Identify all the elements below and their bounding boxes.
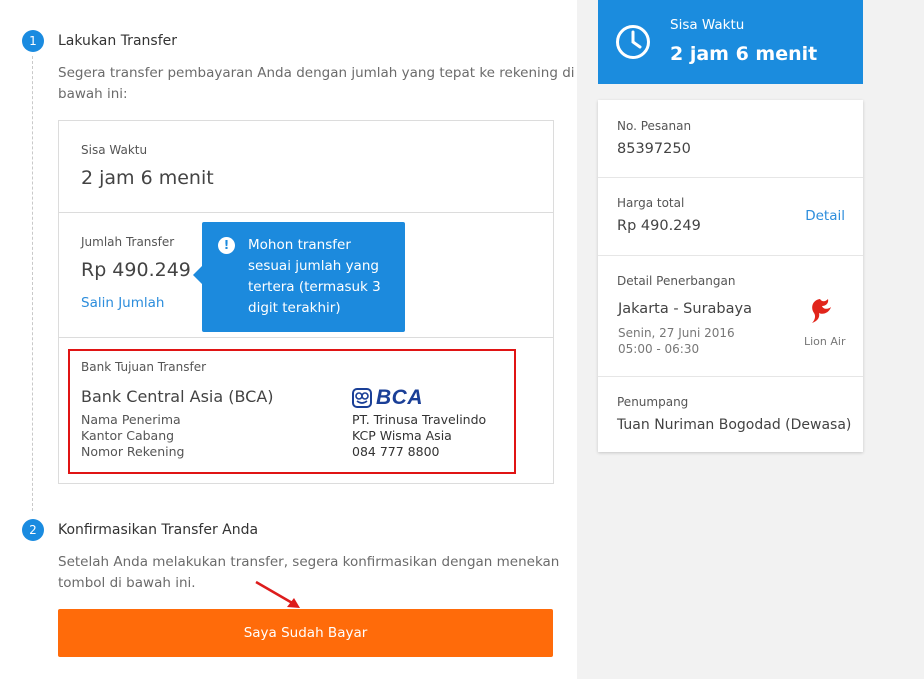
divider <box>59 212 553 213</box>
tooltip-line: sesuai jumlah yang <box>248 258 379 274</box>
step-2-title: Konfirmasikan Transfer Anda <box>58 522 259 538</box>
recipient-label: Nama Penerima <box>81 412 181 427</box>
tooltip-line: tertera (termasuk 3 <box>248 279 381 295</box>
order-number-label: No. Pesanan <box>617 119 692 133</box>
divider <box>59 337 553 338</box>
branch-label: Kantor Cabang <box>81 428 175 443</box>
divider <box>598 376 863 377</box>
step-1-description-line: bawah ini: <box>58 86 128 102</box>
step-connector-line <box>32 56 33 511</box>
total-price-value: Rp 490.249 <box>617 218 701 234</box>
recipient-value: PT. Trinusa Travelindo <box>352 412 487 427</box>
transfer-amount-label: Jumlah Transfer <box>81 235 175 249</box>
order-summary-card: No. Pesanan 85397250 Harga total Rp 490.… <box>598 100 863 452</box>
passenger-label: Penumpang <box>617 395 689 409</box>
account-number-value: 084 777 8800 <box>352 444 440 459</box>
divider <box>598 177 863 178</box>
step-2-description-line: tombol di bawah ini. <box>58 575 196 591</box>
payment-instructions-panel: 1 Lakukan Transfer Segera transfer pemba… <box>0 0 577 679</box>
flight-date: Senin, 27 Juni 2016 <box>618 326 735 340</box>
transfer-amount-tooltip: ! Mohon transfer sesuai jumlah yang tert… <box>193 222 405 332</box>
clock-icon <box>616 25 650 59</box>
tooltip-text: Mohon transfer sesuai jumlah yang terter… <box>248 235 398 319</box>
info-icon: ! <box>218 237 235 254</box>
bank-name: Bank Central Asia (BCA) <box>81 387 274 406</box>
flight-time: 05:00 - 06:30 <box>618 342 700 356</box>
tooltip-line: Mohon transfer <box>248 237 351 253</box>
tooltip-arrow <box>193 266 202 284</box>
step-2-description: Setelah Anda melakukan transfer, segera … <box>58 552 559 594</box>
step-1-description-line: Segera transfer pembayaran Anda dengan j… <box>58 65 575 81</box>
transfer-amount-value: Rp 490.249 <box>81 259 191 281</box>
step-2-badge: 2 <box>22 519 44 541</box>
step-1-badge: 1 <box>22 30 44 52</box>
step-1-title: Lakukan Transfer <box>58 33 177 49</box>
already-paid-button[interactable]: Saya Sudah Bayar <box>58 609 553 657</box>
account-number-label: Nomor Rekening <box>81 444 185 459</box>
divider <box>598 255 863 256</box>
bca-logo: BCA <box>352 386 423 409</box>
copy-amount-link[interactable]: Salin Jumlah <box>81 295 164 311</box>
airline-name: Lion Air <box>804 335 846 348</box>
flight-detail-label: Detail Penerbangan <box>617 274 736 288</box>
bca-emblem-icon <box>352 388 372 408</box>
passenger-name: Tuan Nuriman Bogodad (Dewasa) <box>617 417 852 433</box>
price-detail-link[interactable]: Detail <box>805 208 845 224</box>
lion-air-logo-icon <box>812 299 831 323</box>
timer-label: Sisa Waktu <box>670 17 745 33</box>
remaining-time-value: 2 jam 6 menit <box>81 167 214 189</box>
remaining-time-label: Sisa Waktu <box>81 143 148 157</box>
total-price-label: Harga total <box>617 196 685 210</box>
flight-route: Jakarta - Surabaya <box>618 301 752 317</box>
step-2-description-line: Setelah Anda melakukan transfer, segera … <box>58 554 560 570</box>
tooltip-line: digit terakhir) <box>248 300 341 316</box>
order-number-value: 85397250 <box>617 141 691 157</box>
red-arrow-annotation <box>255 580 300 608</box>
bca-logo-text: BCA <box>376 386 423 409</box>
bank-section-label: Bank Tujuan Transfer <box>81 360 207 374</box>
branch-value: KCP Wisma Asia <box>352 428 452 443</box>
timer-card: Sisa Waktu 2 jam 6 menit <box>598 0 863 84</box>
step-1-description: Segera transfer pembayaran Anda dengan j… <box>58 63 575 105</box>
timer-value: 2 jam 6 menit <box>670 43 818 65</box>
